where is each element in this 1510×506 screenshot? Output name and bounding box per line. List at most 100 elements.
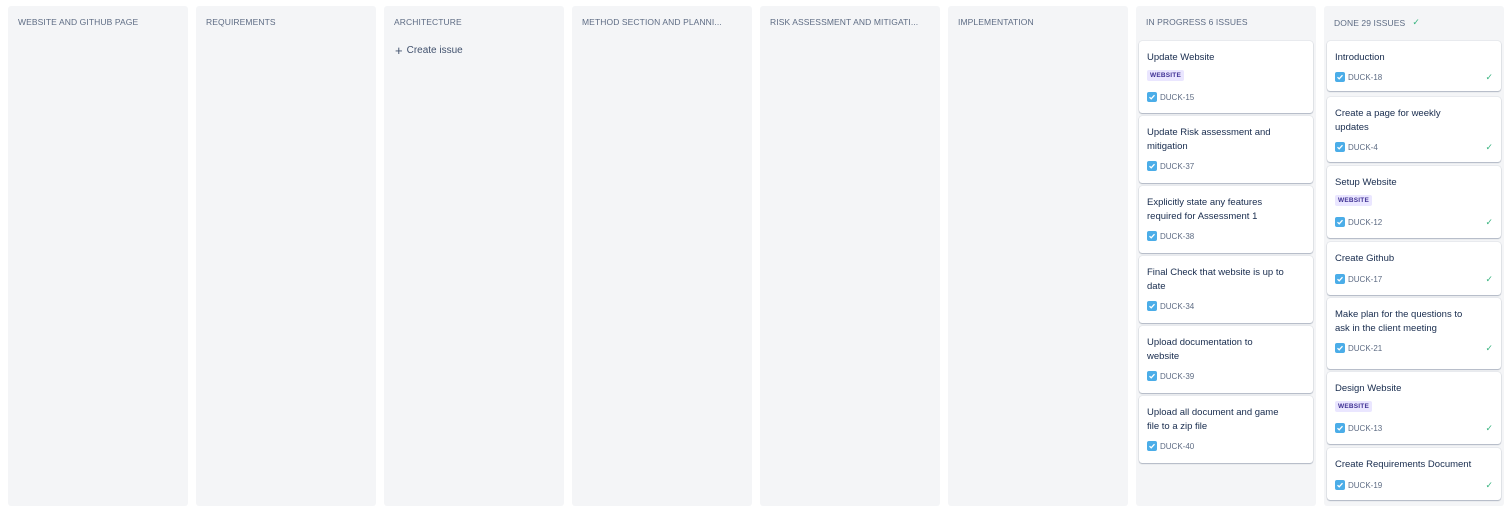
issue-title: Update Risk assessment and mitigation: [1147, 127, 1271, 152]
issue-title: Create a page for weekly updates: [1335, 108, 1441, 133]
task-checkbox-icon: [1335, 480, 1345, 490]
issue-title: Setup Website: [1335, 177, 1397, 188]
issue-key-row: DUCK-34: [1147, 301, 1194, 311]
issue-card[interactable]: Design Website WEBSITE DUCK-13 ✓: [1327, 372, 1501, 444]
create-issue-label: Create issue: [406, 45, 463, 56]
issue-key-row: DUCK-4: [1335, 142, 1378, 152]
issue-card[interactable]: Update Website WEBSITE DUCK-15: [1139, 41, 1313, 113]
issue-key-row: DUCK-40: [1147, 441, 1194, 451]
column-title: IN PROGRESS 6 ISSUES: [1146, 17, 1248, 27]
column-header: REQUIREMENTS: [206, 17, 368, 27]
task-checkbox-icon: [1147, 231, 1157, 241]
check-icon: ✓: [1485, 72, 1493, 82]
issue-label: WEBSITE: [1147, 70, 1185, 81]
issue-card[interactable]: Setup Website WEBSITE DUCK-12 ✓: [1327, 166, 1501, 238]
task-checkbox-icon: [1147, 92, 1157, 102]
issue-title: Create Github: [1335, 253, 1395, 264]
issue-title: Introduction: [1335, 52, 1385, 63]
issue-title: Final Check that website is up to date: [1147, 267, 1284, 292]
issue-label: WEBSITE: [1335, 401, 1373, 412]
issue-card[interactable]: Introduction DUCK-18 ✓: [1327, 41, 1501, 91]
task-checkbox-icon: [1147, 161, 1157, 171]
issue-key-row: DUCK-17: [1335, 274, 1382, 284]
issue-key[interactable]: DUCK-21: [1348, 344, 1382, 353]
check-icon: ✓: [1485, 343, 1493, 353]
task-checkbox-icon: [1335, 142, 1345, 152]
column-header: DONE 29 ISSUES ✓: [1334, 17, 1496, 28]
issue-card[interactable]: Final Check that website is up to date D…: [1139, 256, 1313, 323]
check-icon: ✓: [1485, 274, 1493, 284]
column-architecture[interactable]: ARCHITECTURE + Create issue: [384, 6, 564, 506]
issue-key-row: DUCK-19: [1335, 480, 1382, 490]
create-issue-button[interactable]: + Create issue: [395, 42, 463, 58]
issue-key[interactable]: DUCK-37: [1160, 162, 1194, 171]
issue-key[interactable]: DUCK-34: [1160, 302, 1194, 311]
issue-card[interactable]: Upload all document and game file to a z…: [1139, 396, 1313, 463]
check-icon: ✓: [1485, 423, 1493, 433]
column-header: METHOD SECTION AND PLANNI...: [582, 17, 744, 27]
column-header: RISK ASSESSMENT AND MITIGATI...: [770, 17, 932, 27]
issue-card[interactable]: Create Requirements Document DUCK-19 ✓: [1327, 448, 1501, 500]
issue-card[interactable]: Create Github DUCK-17 ✓: [1327, 242, 1501, 295]
issue-card[interactable]: Upload documentation to website DUCK-39: [1139, 326, 1313, 393]
column-method-section-and-planning[interactable]: METHOD SECTION AND PLANNI...: [572, 6, 752, 506]
check-icon: ✓: [1485, 142, 1493, 152]
column-risk-assessment-and-mitigation[interactable]: RISK ASSESSMENT AND MITIGATI...: [760, 6, 940, 506]
task-checkbox-icon: [1335, 274, 1345, 284]
task-checkbox-icon: [1335, 217, 1345, 227]
issue-label: WEBSITE: [1335, 195, 1373, 206]
issue-key-row: DUCK-12: [1335, 217, 1382, 227]
kanban-board: WEBSITE AND GITHUB PAGE REQUIREMENTS ARC…: [0, 0, 1510, 506]
issue-title: Upload documentation to website: [1147, 337, 1253, 362]
column-header: IN PROGRESS 6 ISSUES: [1146, 17, 1308, 27]
issue-key[interactable]: DUCK-4: [1348, 143, 1378, 152]
column-title: IMPLEMENTATION: [958, 17, 1034, 27]
column-implementation[interactable]: IMPLEMENTATION: [948, 6, 1128, 506]
issue-title: Make plan for the questions to ask in th…: [1335, 309, 1463, 334]
task-checkbox-icon: [1147, 301, 1157, 311]
check-icon: ✓: [1485, 217, 1493, 227]
column-header: ARCHITECTURE: [394, 17, 556, 27]
issue-key[interactable]: DUCK-38: [1160, 232, 1194, 241]
task-checkbox-icon: [1335, 423, 1345, 433]
issue-key-row: DUCK-37: [1147, 161, 1194, 171]
issue-key[interactable]: DUCK-17: [1348, 275, 1382, 284]
column-title: ARCHITECTURE: [394, 17, 462, 27]
plus-icon: +: [395, 42, 403, 58]
column-website-and-github-page[interactable]: WEBSITE AND GITHUB PAGE: [8, 6, 188, 506]
issue-title: Update Website: [1147, 52, 1215, 63]
issue-key[interactable]: DUCK-12: [1348, 218, 1382, 227]
column-header: WEBSITE AND GITHUB PAGE: [18, 17, 180, 27]
issue-title: Explicitly state any features required f…: [1147, 197, 1263, 222]
issue-key[interactable]: DUCK-40: [1160, 442, 1194, 451]
issue-title: Create Requirements Document: [1335, 459, 1472, 470]
issue-key[interactable]: DUCK-15: [1160, 93, 1194, 102]
task-checkbox-icon: [1335, 343, 1345, 353]
issue-card[interactable]: Make plan for the questions to ask in th…: [1327, 298, 1501, 369]
column-title: METHOD SECTION AND PLANNI...: [582, 17, 722, 27]
issue-key-row: DUCK-21: [1335, 343, 1382, 353]
task-checkbox-icon: [1147, 441, 1157, 451]
issue-title: Upload all document and game file to a z…: [1147, 407, 1279, 432]
column-title: DONE 29 ISSUES: [1334, 17, 1406, 28]
issue-key-row: DUCK-39: [1147, 371, 1194, 381]
issue-key-row: DUCK-38: [1147, 231, 1194, 241]
column-done[interactable]: DONE 29 ISSUES ✓ Introduction DUCK-18 ✓ …: [1324, 6, 1504, 506]
column-title: RISK ASSESSMENT AND MITIGATI...: [770, 17, 919, 27]
issue-key-row: DUCK-18: [1335, 72, 1382, 82]
task-checkbox-icon: [1335, 72, 1345, 82]
issue-key[interactable]: DUCK-18: [1348, 73, 1382, 82]
issue-card[interactable]: Explicitly state any features required f…: [1139, 186, 1313, 253]
issue-key-row: DUCK-15: [1147, 92, 1194, 102]
issue-card[interactable]: Update Risk assessment and mitigation DU…: [1139, 116, 1313, 183]
issue-card[interactable]: Create a page for weekly updates DUCK-4 …: [1327, 97, 1501, 162]
column-requirements[interactable]: REQUIREMENTS: [196, 6, 376, 506]
issue-key[interactable]: DUCK-19: [1348, 481, 1382, 490]
column-header: IMPLEMENTATION: [958, 17, 1120, 27]
issue-key[interactable]: DUCK-13: [1348, 424, 1382, 433]
column-in-progress[interactable]: IN PROGRESS 6 ISSUES Update Website WEBS…: [1136, 6, 1316, 506]
column-title: REQUIREMENTS: [206, 17, 276, 27]
issue-key[interactable]: DUCK-39: [1160, 372, 1194, 381]
issue-title: Design Website: [1335, 383, 1402, 394]
column-title: WEBSITE AND GITHUB PAGE: [18, 17, 139, 27]
